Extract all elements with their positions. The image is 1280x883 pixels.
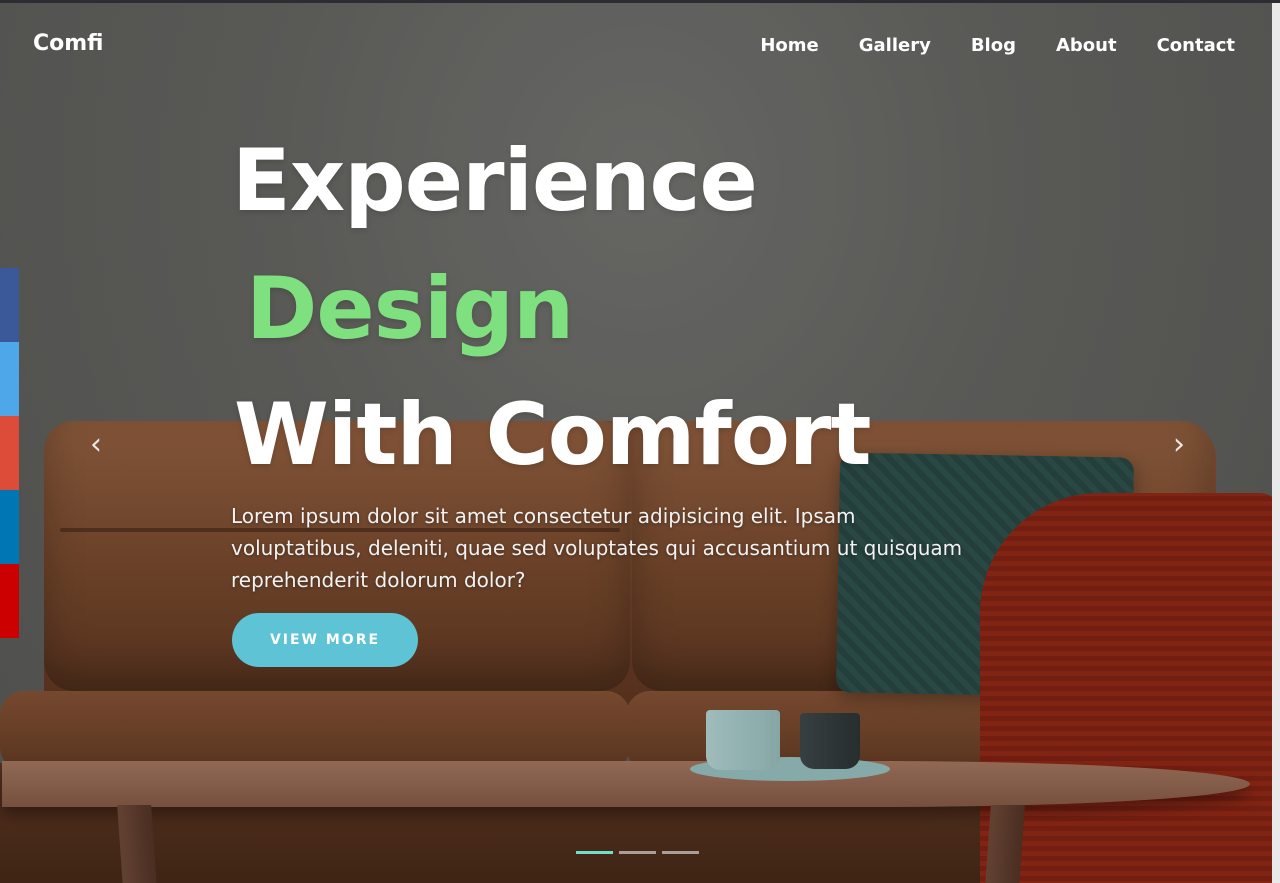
carousel-prev-icon[interactable]: ‹ (81, 428, 111, 462)
nav-item-about[interactable]: About (1056, 35, 1117, 56)
nav-item-gallery[interactable]: Gallery (859, 35, 931, 56)
carousel-next-icon[interactable]: › (1164, 428, 1194, 462)
hero-title-line-3: With Comfort (234, 385, 871, 485)
site-logo[interactable]: Comfi (33, 31, 104, 56)
youtube-icon[interactable] (0, 564, 19, 638)
nav-item-home[interactable]: Home (760, 35, 818, 56)
scrollbar[interactable] (1272, 3, 1280, 883)
hero-description: Lorem ipsum dolor sit amet consectetur a… (231, 504, 963, 592)
hero-title-line-1: Experience (232, 131, 758, 231)
social-share-bar (0, 268, 19, 638)
hero-title-line-2: Design (246, 259, 574, 359)
view-more-button[interactable]: VIEW MORE (232, 613, 418, 667)
carousel-indicator[interactable] (576, 851, 613, 854)
google-plus-icon[interactable] (0, 416, 19, 490)
facebook-icon[interactable] (0, 268, 19, 342)
carousel-indicator[interactable] (662, 851, 699, 854)
twitter-icon[interactable] (0, 342, 19, 416)
carousel-indicators (576, 851, 699, 854)
linkedin-icon[interactable] (0, 490, 19, 564)
carousel-indicator[interactable] (619, 851, 656, 854)
main-nav: Home Gallery Blog About Contact (760, 35, 1235, 56)
nav-item-blog[interactable]: Blog (971, 35, 1016, 56)
nav-item-contact[interactable]: Contact (1157, 35, 1235, 56)
